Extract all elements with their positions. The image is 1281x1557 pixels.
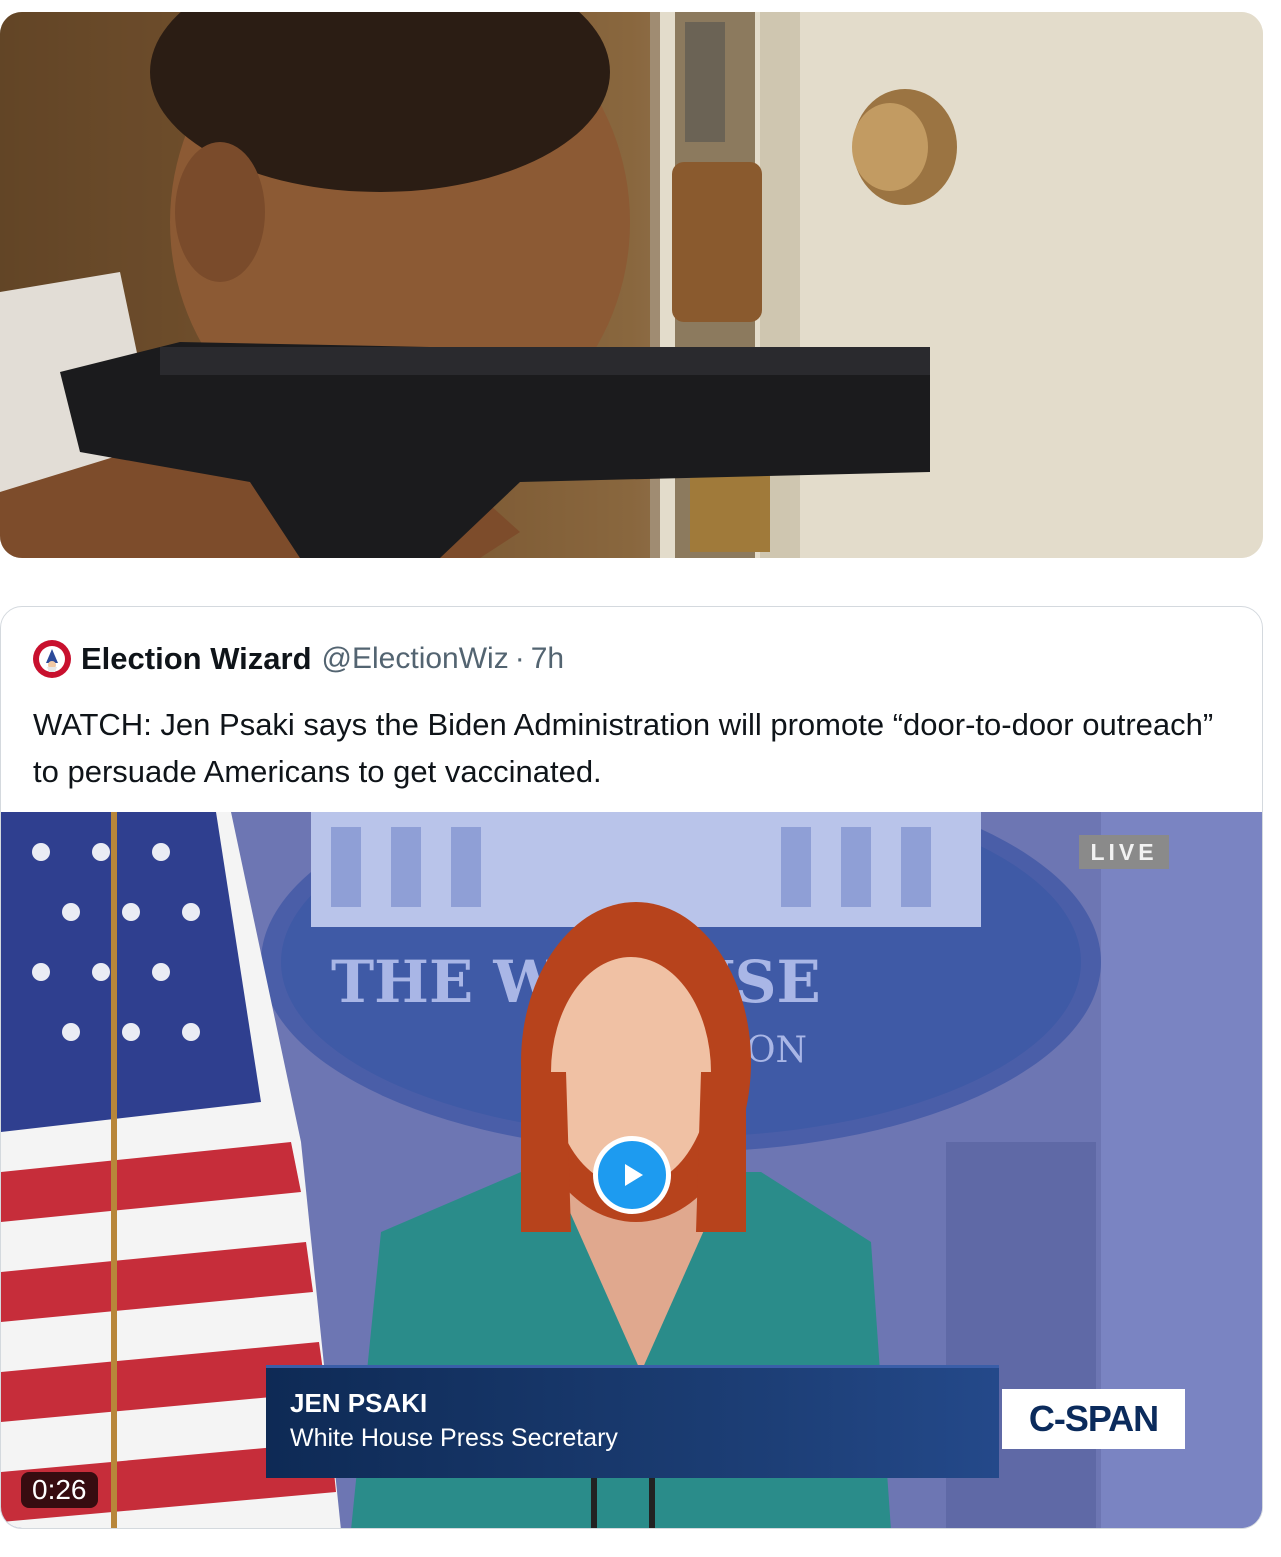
tweet-timestamp[interactable]: 7h bbox=[531, 642, 564, 676]
speaker-title: White House Press Secretary bbox=[290, 1424, 618, 1452]
play-button[interactable] bbox=[593, 1136, 671, 1214]
play-icon bbox=[625, 1164, 643, 1186]
video-player[interactable]: THE W HOUSE ON bbox=[1, 812, 1262, 1528]
quoted-tweet-header: Election Wizard @ElectionWiz · 7h bbox=[33, 639, 564, 679]
photo-man-aiming-pistol bbox=[0, 12, 1263, 558]
author-handle[interactable]: @ElectionWiz bbox=[322, 642, 509, 676]
quoted-tweet-text: WATCH: Jen Psaki says the Biden Administ… bbox=[33, 707, 1214, 789]
cspan-logo: C-SPAN bbox=[1002, 1389, 1185, 1449]
speaker-name: JEN PSAKI bbox=[290, 1388, 428, 1418]
lower-third-caption: JEN PSAKI White House Press Secretary bbox=[266, 1365, 999, 1478]
live-badge: LIVE bbox=[1079, 835, 1169, 869]
author-name[interactable]: Election Wizard bbox=[81, 641, 312, 677]
separator-dot: · bbox=[514, 642, 525, 675]
backdrop-sublettering: ON bbox=[746, 1030, 807, 1071]
quoted-tweet-card[interactable]: Election Wizard @ElectionWiz · 7h WATCH:… bbox=[0, 606, 1263, 1529]
tweet-photo[interactable] bbox=[0, 12, 1263, 558]
video-duration: 0:26 bbox=[21, 1472, 98, 1508]
wizard-avatar-icon[interactable] bbox=[33, 640, 71, 678]
